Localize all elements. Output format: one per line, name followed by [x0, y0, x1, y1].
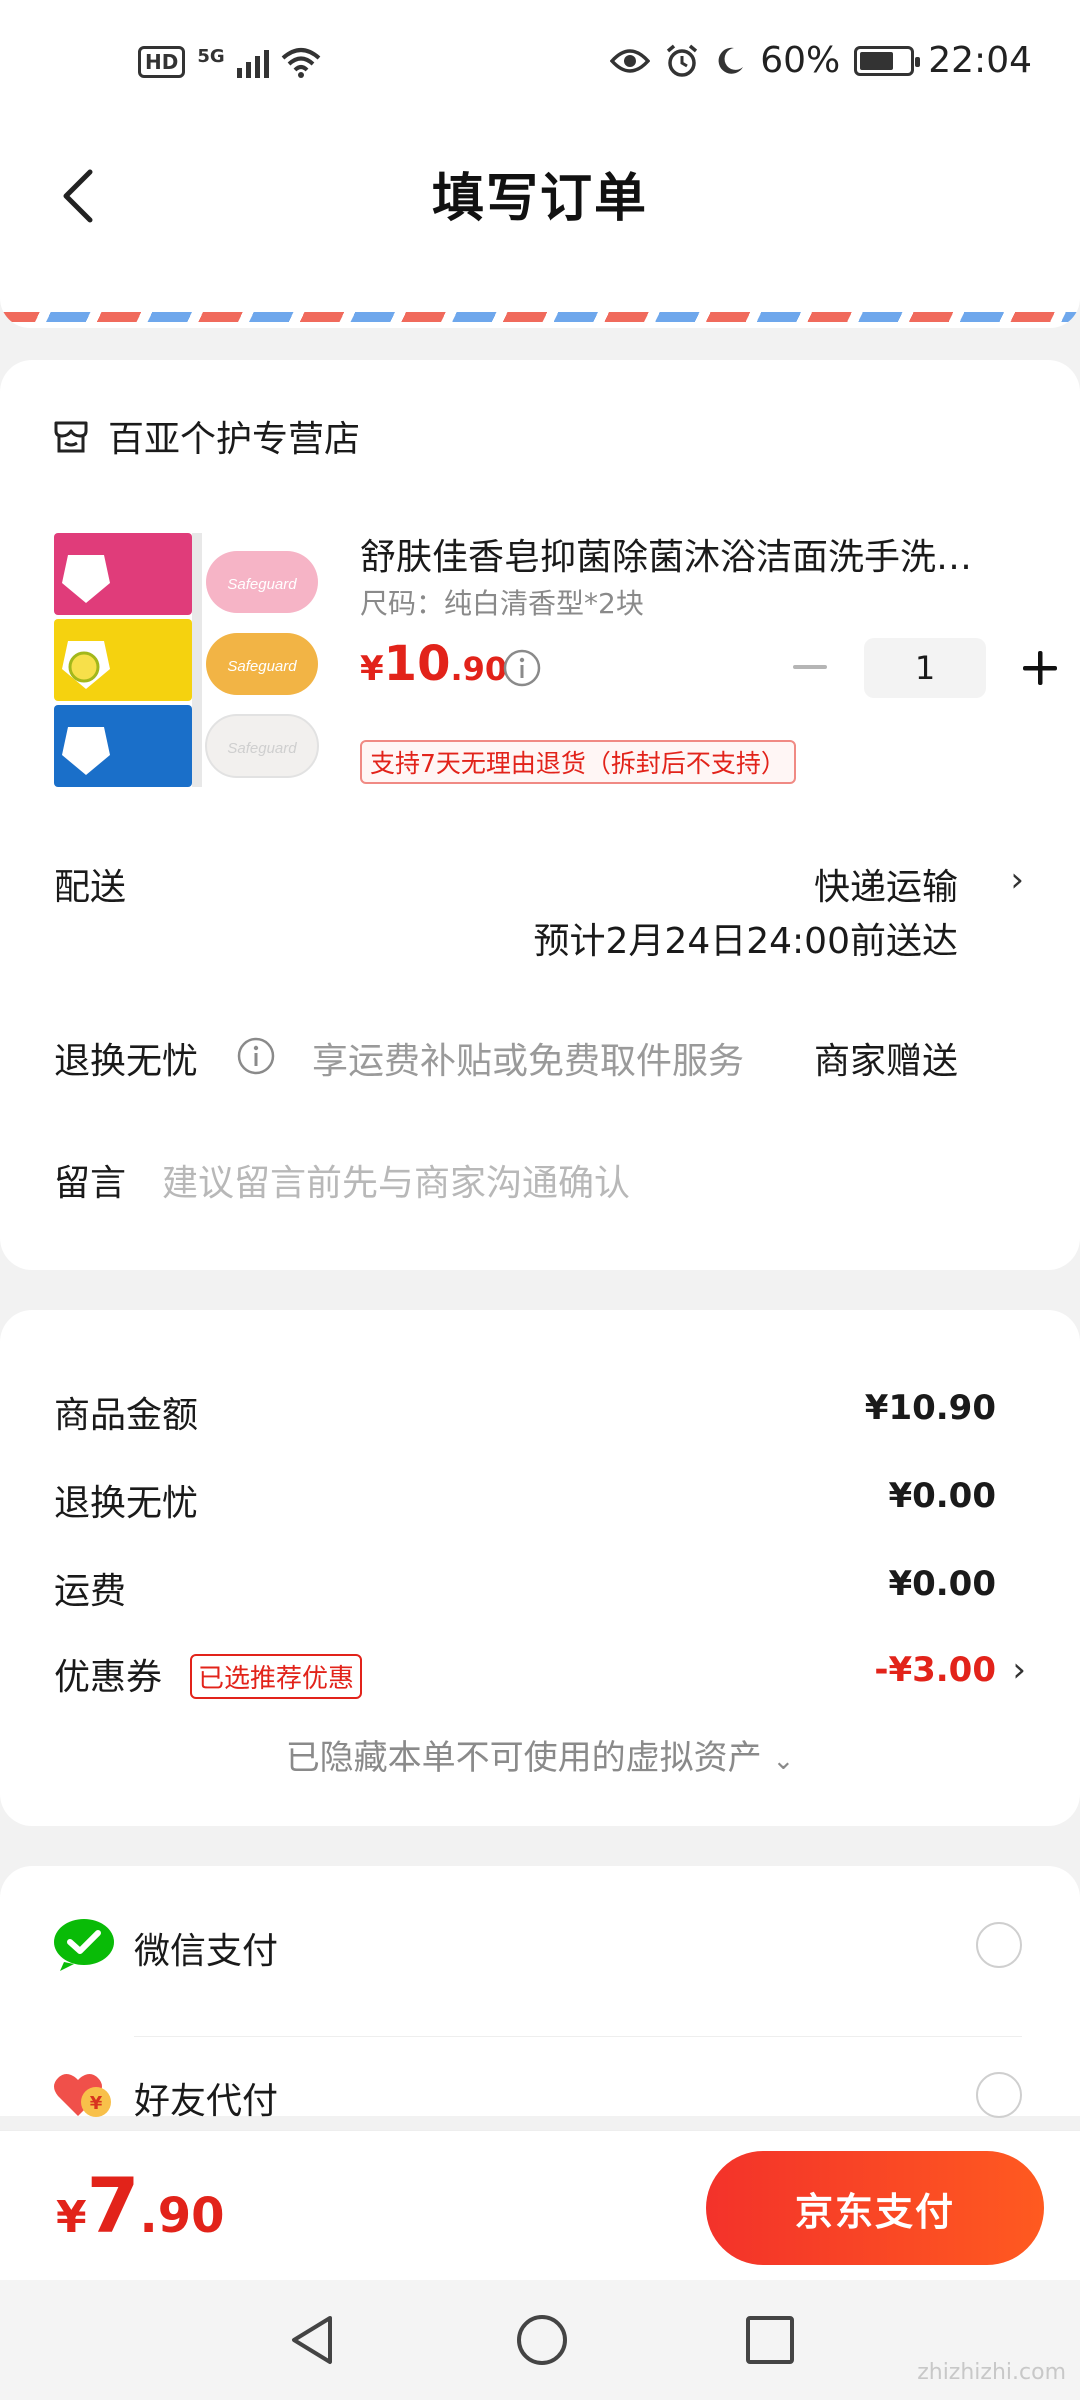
hd-badge: HD — [138, 46, 186, 78]
goods-amount-label: 商品金额 — [54, 1395, 199, 1436]
eye-icon — [610, 48, 651, 73]
jd-pay-button[interactable]: 京东支付 — [706, 2151, 1044, 2265]
chevron-right-icon[interactable]: › — [1012, 1650, 1026, 1690]
battery-icon — [854, 45, 921, 76]
coupon-value[interactable]: -¥3.00 — [874, 1650, 996, 1690]
nav-recents-icon[interactable] — [744, 2312, 796, 2368]
plus-icon[interactable] — [1010, 638, 1070, 698]
network-label: 5G — [197, 46, 225, 67]
status-left: HD 5G — [138, 46, 321, 78]
minus-icon[interactable] — [780, 638, 840, 698]
price-integer: 10 — [383, 636, 451, 692]
status-right: 60% 22:04 — [610, 40, 1032, 81]
delivery-eta: 预计2月24日24:00前送达 — [533, 921, 958, 962]
moon-icon — [718, 47, 744, 74]
nav-home-icon[interactable] — [514, 2312, 570, 2368]
store-icon — [54, 421, 88, 453]
chevron-down-icon: ⌄ — [772, 1746, 795, 1776]
watermark: zhizhizhi.com — [917, 2360, 1066, 2385]
total-decimal: .90 — [139, 2188, 225, 2244]
total-price: ¥7.90 — [56, 2161, 225, 2250]
product-image-brand: Safeguard — [227, 576, 297, 593]
payment-option-wechat[interactable]: 微信支付 — [0, 1886, 1080, 2037]
store-header[interactable]: 百亚个护专营店 — [52, 410, 360, 462]
battery-percent: 60% — [760, 40, 841, 81]
radio-button[interactable] — [976, 1922, 1022, 1968]
friend-pay-icon: ¥ — [52, 2066, 116, 2122]
coupon-label: 优惠券 — [54, 1657, 163, 1698]
worry-free-fee-value: ¥0.00 — [888, 1476, 996, 1516]
payment-label: 好友代付 — [134, 2081, 279, 2122]
address-envelope-edge — [0, 298, 1080, 328]
alarm-icon — [667, 44, 698, 77]
total-currency: ¥ — [56, 2192, 87, 2243]
shipping-value: ¥0.00 — [888, 1564, 996, 1604]
price-summary-card: 商品金额 ¥10.90 退换无忧 ¥0.00 运费 ¥0.00 优惠券 已选推荐… — [0, 1310, 1080, 1826]
price-decimal: .90 — [450, 650, 508, 688]
signal-icon — [236, 46, 269, 78]
wifi-icon — [281, 48, 320, 78]
total-integer: 7 — [86, 2161, 140, 2250]
product-image-brand: Safeguard — [227, 658, 297, 675]
return-policy-tag: 支持7天无理由退货（拆封后不支持） — [360, 740, 796, 784]
store-name: 百亚个护专营店 — [108, 419, 361, 460]
wechat-pay-icon — [52, 1916, 116, 1972]
quantity-value[interactable]: 1 — [864, 638, 986, 698]
coupon-recommended-tag: 已选推荐优惠 — [190, 1654, 363, 1699]
payment-label: 微信支付 — [134, 1931, 279, 1972]
product-price: ¥10.90 — [360, 636, 507, 692]
message-label: 留言 — [54, 1163, 127, 1204]
hidden-assets-text: 已隐藏本单不可使用的虚拟资产 — [285, 1738, 762, 1778]
worry-free-info-icon[interactable] — [236, 1036, 276, 1080]
nav-back-icon[interactable] — [286, 2312, 338, 2368]
nav-bar: 填写订单 — [0, 128, 1080, 298]
svg-text:¥: ¥ — [90, 2093, 103, 2114]
product-image[interactable]: Safeguard Safeguard Safeguard — [54, 525, 324, 795]
quantity-stepper: 1 — [780, 638, 1070, 698]
radio-button[interactable] — [976, 2072, 1022, 2118]
message-input[interactable]: 建议留言前先与商家沟通确认 — [162, 1154, 630, 1206]
worry-free-fee-label: 退换无忧 — [54, 1483, 199, 1524]
price-currency: ¥ — [360, 649, 384, 689]
payment-methods-card: 微信支付 ¥ 好友代付 — [0, 1866, 1080, 2122]
order-items-card: 百亚个护专营店 Safeguard Safeguard Safeguard 舒肤… — [0, 360, 1080, 1270]
status-bar: HD 5G 60% 22:04 — [0, 0, 1080, 128]
goods-amount-value: ¥10.90 — [864, 1388, 996, 1428]
airmail-stripes — [0, 312, 1080, 322]
delivery-method[interactable]: 快递运输 — [814, 858, 958, 910]
worry-free-desc: 享运费补贴或免费取件服务 — [312, 1041, 745, 1082]
worry-free-value: 商家赠送 — [813, 1041, 958, 1082]
clock: 22:04 — [928, 40, 1032, 81]
delivery-label: 配送 — [54, 867, 127, 908]
price-info-icon[interactable] — [502, 648, 542, 692]
product-image-brand: Safeguard — [227, 740, 297, 757]
page-title: 填写订单 — [431, 169, 648, 229]
shipping-label: 运费 — [54, 1571, 127, 1612]
chevron-right-icon[interactable]: › — [1010, 860, 1024, 900]
product-spec: 尺码：纯白清香型*2块 — [360, 587, 644, 620]
worry-free-label: 退换无忧 — [54, 1041, 199, 1082]
product-title[interactable]: 舒肤佳香皂抑菌除菌沐浴洁面洗手洗… — [360, 528, 1030, 580]
hidden-assets-toggle[interactable]: 已隐藏本单不可使用的虚拟资产 ⌄ — [0, 1730, 1080, 1779]
checkout-bar: ¥7.90 京东支付 — [0, 2130, 1080, 2280]
